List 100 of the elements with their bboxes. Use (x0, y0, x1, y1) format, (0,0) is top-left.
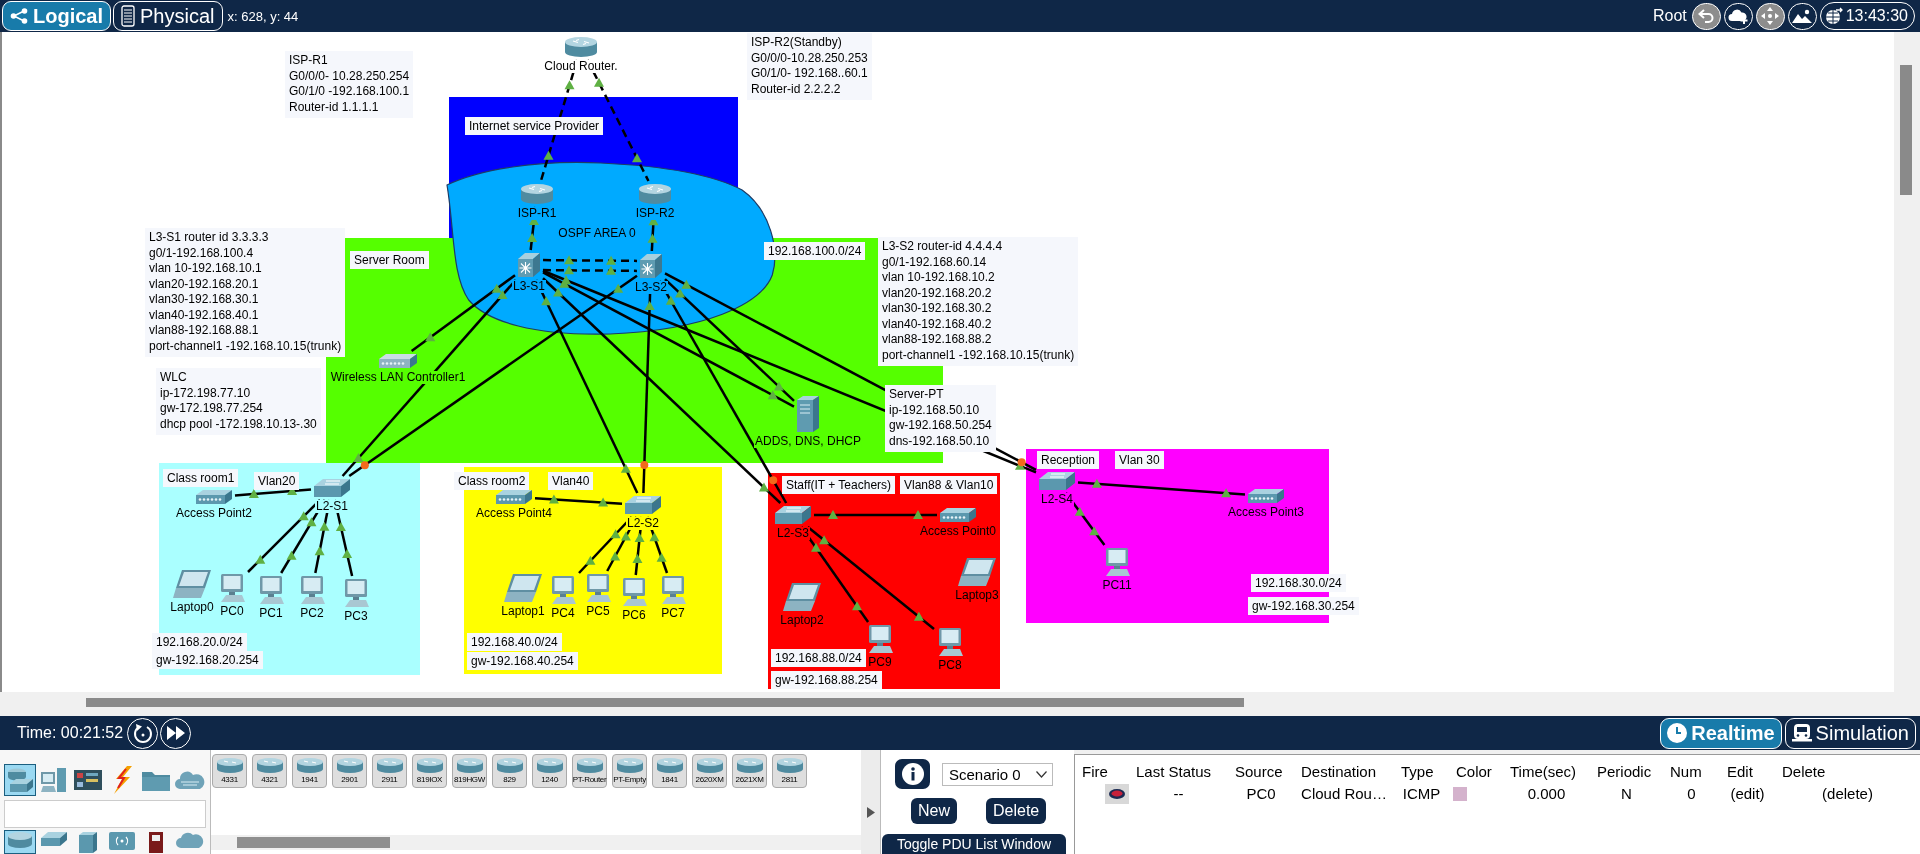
info-button[interactable] (895, 759, 930, 789)
desktop-pc-icon (623, 578, 647, 606)
router-icon (255, 757, 284, 774)
clock-button[interactable]: 13:43:30 (1819, 2, 1915, 30)
breadcrumb-link[interactable]: Root (1652, 7, 1687, 25)
device-label: Access Point3 (1227, 506, 1305, 519)
canvas-label: gw-192.168.30.254 (1248, 597, 1359, 615)
scenario-dropdown[interactable]: Scenario 0 (942, 762, 1053, 786)
note-line: Router-id 1.1.1.1 (289, 99, 380, 115)
caret-icon[interactable] (866, 806, 875, 818)
router-icon (639, 184, 671, 204)
router-icon (535, 757, 564, 774)
scenario-action-button[interactable]: Delete (986, 798, 1047, 824)
add-cloud-button[interactable] (1723, 2, 1753, 30)
router-icon (775, 757, 804, 774)
device-model-button[interactable]: 819HGW (452, 754, 487, 788)
fast-forward-icon (166, 726, 185, 740)
device-model-button[interactable]: 1941 (292, 754, 327, 788)
fast-forward-button[interactable] (160, 717, 192, 749)
device-model-button[interactable]: 2621XM (732, 754, 767, 788)
note-line: g0/1-192.168.100.4 (149, 245, 255, 261)
column-header: Source (1234, 763, 1284, 781)
column-header: Fire (1081, 763, 1109, 781)
reset-time-button[interactable] (127, 717, 159, 749)
device-model-button[interactable]: 4331 (212, 754, 247, 788)
mode-tab[interactable]: Realtime (1660, 717, 1782, 749)
laptop-icon (504, 574, 542, 602)
device-model-button[interactable]: PT-Router (572, 754, 607, 788)
scrollbar-thumb[interactable] (86, 698, 1244, 707)
access-point-icon (940, 508, 976, 522)
device-model-button[interactable]: 1240 (532, 754, 567, 788)
toggle-pdu-list-button[interactable]: Toggle PDU List Window (882, 834, 1066, 854)
wireless-controller-icon (379, 354, 417, 368)
device-model-button[interactable]: PT-Empty (612, 754, 647, 788)
delete-link[interactable]: (delete) (1822, 785, 1873, 802)
device-label: L3-S1 (512, 280, 546, 293)
view-tab[interactable]: Physical (113, 1, 223, 31)
column-header: Edit (1726, 763, 1754, 781)
device-label: ISP-R1 (516, 207, 558, 220)
canvas-label: gw-192.168.40.254 (467, 652, 578, 670)
laptop-icon (173, 570, 211, 598)
note-line: dhcp pool -172.198.10.13-.30 (160, 416, 317, 432)
device-model-button[interactable]: 2911 (372, 754, 407, 788)
device-model-button[interactable]: 2811 (772, 754, 807, 788)
table-cell-text: ICMP (1401, 785, 1442, 803)
view-tab[interactable]: Logical (2, 1, 111, 31)
canvas-label: Vlan 30 (1115, 451, 1164, 469)
device-label: L2-S2 (626, 517, 660, 530)
scrollbar-track[interactable] (0, 692, 1920, 716)
table-cell-text: 0.000 (1526, 785, 1567, 803)
device-model-button[interactable]: 2620XM (692, 754, 727, 788)
move-button[interactable] (1755, 2, 1785, 30)
chevron-icon (1036, 770, 1047, 778)
move-icon (1761, 7, 1780, 25)
note-line: port-channel1 -192.168.10.15(trunk) (882, 347, 1075, 363)
device-model-button[interactable]: 829 (492, 754, 527, 788)
device-label: Cloud Router. (543, 60, 619, 73)
router-icon (575, 757, 604, 774)
canvas-label: Class room2 (454, 472, 530, 490)
area-label: OSPF AREA 0 (558, 227, 636, 240)
router-icon (655, 757, 684, 774)
note-line: vlan20-192.168.20.1 (149, 276, 260, 292)
scrollbar-track[interactable] (211, 835, 861, 850)
note-line: ip-192.168.50.10 (889, 402, 981, 418)
note-line: dns-192.168.50.10 (889, 433, 991, 449)
clock-icon (1667, 723, 1688, 743)
desktop-pc-icon (1106, 548, 1130, 576)
scrollbar-thumb[interactable] (1900, 65, 1912, 195)
mode-tab[interactable]: Simulation (1784, 717, 1916, 749)
note-line: vlan88-192.168.88.1 (149, 323, 260, 339)
fire-button[interactable] (1105, 784, 1129, 804)
hub-icon (78, 831, 98, 853)
note-line: vlan 10-192.168.10.2 (882, 270, 996, 286)
note-line: vlan30-192.168.30.1 (149, 292, 260, 308)
multilayer-switch-icon (518, 253, 540, 277)
device-model-button[interactable]: 1841 (652, 754, 687, 788)
canvas-label: Class room1 (163, 469, 239, 487)
device-model-button[interactable]: 4321 (252, 754, 287, 788)
switch-icon (40, 831, 68, 847)
canvas-label: 192.168.100.0/24 (764, 242, 866, 260)
scrollbar-thumb[interactable] (237, 837, 390, 848)
device-model-button[interactable]: 819IOX (412, 754, 447, 788)
device-model-button[interactable]: 2901 (332, 754, 367, 788)
desktop-pc-icon (221, 574, 245, 602)
device-category-button[interactable] (4, 764, 36, 796)
laptop-icon (958, 558, 996, 586)
device-label: Laptop0 (169, 601, 215, 614)
back-button[interactable] (1691, 2, 1721, 30)
scrollbar-track[interactable] (1894, 32, 1920, 692)
note-line: port-channel1 -192.168.10.15(trunk) (149, 338, 342, 354)
circular-arrow-icon (132, 723, 153, 743)
table-cell-text: Cloud Rou… (1300, 785, 1388, 803)
note-line: ISP-R1 (289, 53, 329, 69)
canvas-label: gw-192.168.20.254 (152, 651, 263, 669)
scenario-action-button[interactable]: New (911, 798, 957, 824)
device-type-button[interactable] (4, 830, 36, 854)
device-label: PC4 (550, 607, 576, 620)
edit-link[interactable]: (edit) (1730, 785, 1765, 802)
desktop-pc-icon (939, 628, 963, 656)
router-icon (7, 831, 33, 849)
